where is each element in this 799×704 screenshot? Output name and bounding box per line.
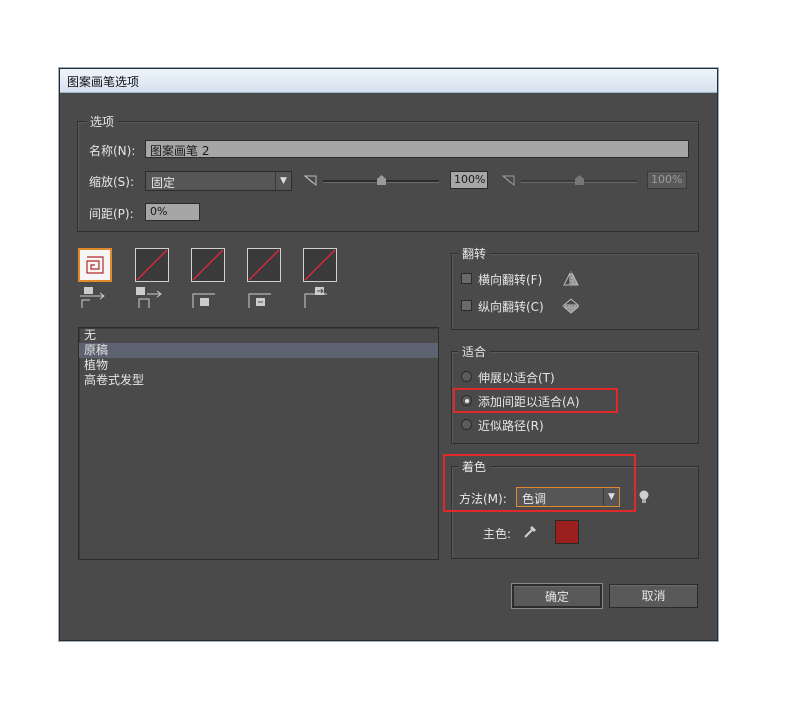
flip-horizontal-checkbox[interactable] [461,273,472,284]
outer-corner-icon [135,286,163,310]
end-tile[interactable] [303,248,337,282]
scale-large-icon [501,173,518,190]
title-bar[interactable]: 图案画笔选项 [60,69,717,93]
flip-horizontal-icon [562,271,580,290]
inner-corner-tile[interactable] [191,248,225,282]
side-tile-icon [78,286,106,310]
scale-select-value: 固定 [151,176,176,190]
flip-vertical-icon [562,298,580,317]
pattern-list[interactable]: 无 原稿 植物 高卷式发型 [78,327,439,560]
list-item[interactable]: 高卷式发型 [79,373,438,388]
flip-legend: 翻转 [458,245,491,262]
highlight-box-fit [453,388,618,413]
scale-value-field[interactable]: 100% [450,171,488,189]
flip-vertical-checkbox[interactable] [461,300,472,311]
pattern-brush-options-dialog: 图案画笔选项 选项 名称(N): 图案画笔 2 缩放(S): 固定 ▼ 100%… [59,68,718,641]
fit-stretch-label[interactable]: 伸展以适合(T) [478,369,555,386]
name-field[interactable]: 图案画笔 2 [145,140,689,158]
scale-select[interactable]: 固定 ▼ [145,171,292,191]
flip-group: 翻转 [451,245,699,330]
window-title: 图案画笔选项 [67,75,140,89]
start-tile-icon [247,286,275,310]
spacing-label: 间距(P): [89,207,134,221]
fit-stretch-radio[interactable] [461,371,472,382]
name-label: 名称(N): [89,144,136,158]
list-item[interactable]: 无 [79,328,438,343]
spacing-field[interactable]: 0% [145,203,200,221]
fit-legend: 适合 [458,343,491,360]
outer-corner-tile[interactable] [135,248,169,282]
end-tile-icon [303,286,331,310]
fit-approximate-path-radio[interactable] [461,419,472,430]
inner-corner-icon [191,286,219,310]
key-color-label: 主色: [483,527,512,541]
options-legend: 选项 [86,113,119,130]
scale-value-field-2[interactable]: 100% [647,171,687,189]
fit-approximate-path-label[interactable]: 近似路径(R) [478,417,544,434]
list-item[interactable]: 原稿 [79,343,438,358]
flip-vertical-label[interactable]: 纵向翻转(C) [478,298,544,315]
chevron-down-icon: ▼ [275,172,291,190]
cancel-button[interactable]: 取消 [609,584,698,608]
flip-horizontal-label[interactable]: 横向翻转(F) [478,271,542,288]
side-tile[interactable] [78,248,112,282]
ok-button[interactable]: 确定 [512,584,602,608]
list-item[interactable]: 植物 [79,358,438,373]
key-color-swatch[interactable] [555,520,579,544]
start-tile[interactable] [247,248,281,282]
scale-label: 缩放(S): [89,175,135,189]
highlight-box-colorization [443,454,636,512]
scale-small-icon [303,173,320,190]
lightbulb-icon[interactable] [638,489,650,508]
eyedropper-icon[interactable] [523,523,539,542]
